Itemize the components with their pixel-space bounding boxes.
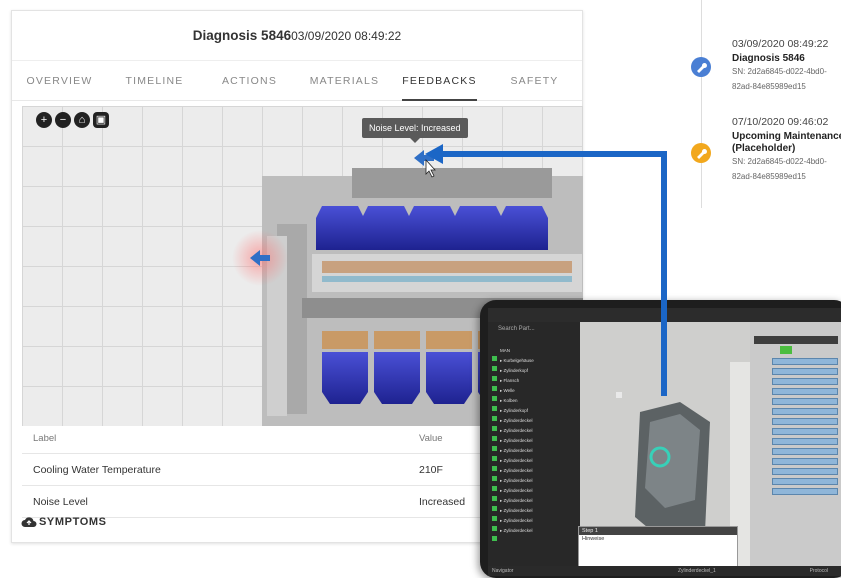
tab-safety[interactable]: SAFETY (487, 61, 582, 101)
timeline-serial: 82ad-84e85989ed15 (732, 82, 806, 91)
protocol-panel[interactable] (750, 322, 841, 576)
part-tree-panel[interactable]: MAN ▸ Kurbelgehäuse ▸ Zylinderkopf ▸ Fla… (488, 322, 580, 576)
timeline-item[interactable]: 07/10/2020 09:46:02 Upcoming Maintenance… (732, 116, 841, 184)
tab-overview[interactable]: OVERVIEW (12, 61, 107, 101)
navigator-label: Navigator (492, 568, 514, 574)
row-label: Cooling Water Temperature (33, 463, 161, 476)
timeline-dot-diagnosis[interactable] (691, 57, 711, 77)
header-label: Label (33, 433, 57, 444)
zoom-in-button[interactable]: + (36, 112, 52, 128)
timeline-title-sub: (Placeholder) (732, 143, 796, 154)
upper-cylinders (316, 206, 548, 250)
tab-feedbacks[interactable]: FEEDBACKS (392, 61, 487, 101)
current-part-label: Zylinderdeckel_1 (678, 568, 716, 574)
connector-arrow-vertical (661, 151, 667, 396)
symptoms-section[interactable]: SYMPTOMS (21, 516, 107, 528)
timeline-serial: 82ad-84e85989ed15 (732, 172, 806, 181)
tablet-statusbar: Navigator Zylinderdeckel_1 Protocol (488, 566, 841, 576)
timeline-title: Diagnosis 5846 (732, 53, 805, 64)
diagnosis-title: Diagnosis 5846 (192, 28, 292, 43)
timeline-serial: SN: 2d2a6845-d022-4bd0- (732, 157, 827, 166)
tablet-search-input[interactable]: Search Part... (498, 326, 535, 332)
cloud-upload-icon (21, 517, 37, 527)
timeline-dot-maintenance[interactable] (691, 143, 711, 163)
connector-arrow-horizontal (442, 151, 667, 157)
diagnosis-date: 03/09/2020 08:49:22 (291, 28, 402, 43)
connector-arrowhead (425, 144, 443, 164)
wrench-icon (697, 63, 707, 73)
noise-tooltip: Noise Level: Increased (362, 118, 468, 143)
tab-actions[interactable]: ACTIONS (202, 61, 297, 101)
timeline-serial: SN: 2d2a6845-d022-4bd0- (732, 67, 827, 76)
row-label: Noise Level (33, 495, 88, 508)
protocol-label: Protocol (809, 568, 828, 574)
viewer-controls: + − ⌂ ▣ (36, 112, 109, 128)
step-hint: Hinweise (582, 536, 605, 542)
step-panel[interactable]: Step 1 Hinweise (578, 526, 738, 568)
timeline-item[interactable]: 03/09/2020 08:49:22 Diagnosis 5846 SN: 2… (732, 38, 841, 94)
tab-materials[interactable]: MATERIALS (297, 61, 392, 101)
timeline-date: 03/09/2020 08:49:22 (732, 38, 829, 50)
timeline-line (701, 0, 702, 208)
save-view-button[interactable]: ▣ (93, 112, 109, 128)
card-header: Diagnosis 5846 03/09/2020 08:49:22 (12, 11, 582, 61)
symptoms-label: SYMPTOMS (39, 516, 107, 528)
wrench-icon (697, 149, 707, 159)
tab-bar: OVERVIEW TIMELINE ACTIONS MATERIALS FEED… (12, 61, 582, 101)
home-button[interactable]: ⌂ (74, 112, 90, 128)
timeline-title: Upcoming Maintenance (732, 131, 841, 142)
step-title: Step 1 (579, 527, 737, 535)
tab-timeline[interactable]: TIMELINE (107, 61, 202, 101)
timeline-date: 07/10/2020 09:46:02 (732, 116, 829, 128)
zoom-out-button[interactable]: − (55, 112, 71, 128)
